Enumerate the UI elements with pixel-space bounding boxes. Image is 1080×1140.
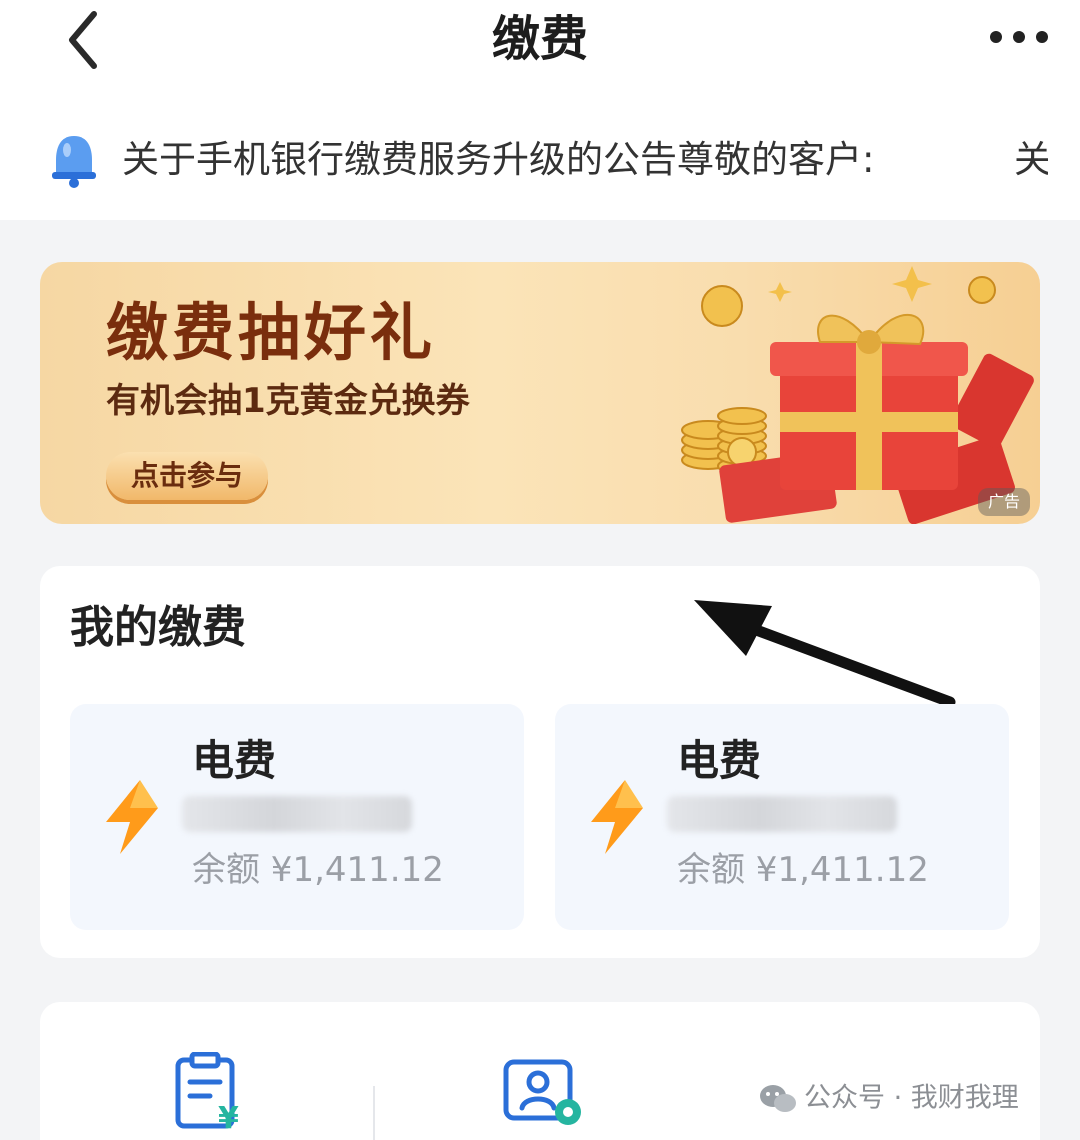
participate-button[interactable]: 点击参与	[106, 452, 268, 500]
my-bills-card: 我的缴费 电费 余额 ¥1,411.12 电费 余额 ¥1,411.12	[40, 566, 1040, 958]
pointing-arrow-annotation	[694, 600, 956, 708]
bill-balance: 余额 ¥1,411.12	[192, 850, 444, 890]
bill-account-redacted	[667, 796, 897, 832]
announcement-text-next: 关	[1014, 138, 1048, 181]
bill-account-redacted	[182, 796, 412, 832]
svg-text:¥: ¥	[218, 1101, 239, 1132]
gift-box-illustration	[681, 266, 1034, 524]
bill-receipt-yen-icon[interactable]: ¥	[174, 1052, 250, 1132]
wechat-icon	[760, 1084, 796, 1112]
bill-balance: 余额 ¥1,411.12	[677, 850, 929, 890]
lightning-icon	[106, 780, 158, 854]
banner-subtitle: 有机会抽1克黄金兑换券	[106, 381, 470, 421]
lightning-icon	[591, 780, 643, 854]
bill-item-electricity[interactable]: 电费 余额 ¥1,411.12	[70, 704, 524, 930]
watermark: 公众号 · 我财我理	[758, 1076, 1019, 1120]
top-bar: 缴费 关于手机银行缴费服务升级的公告尊敬的客户: 关	[0, 0, 1080, 220]
announcement-text: 关于手机银行缴费服务升级的公告尊敬的客户:	[122, 138, 875, 181]
tools-divider	[373, 1086, 375, 1140]
page-title: 缴费	[491, 11, 588, 67]
bill-name: 电费	[677, 736, 762, 785]
watermark-text: 公众号 · 我财我理	[804, 1082, 1019, 1114]
bill-item-electricity[interactable]: 电费 余额 ¥1,411.12	[555, 704, 1009, 930]
ad-badge: 广告	[978, 488, 1030, 516]
promo-banner[interactable]: 缴费抽好礼 有机会抽1克黄金兑换券 点击参与 广告	[40, 262, 1040, 524]
account-settings-icon[interactable]	[502, 1058, 586, 1130]
bill-name: 电费	[192, 736, 277, 785]
bell-icon	[52, 136, 96, 188]
my-bills-title: 我的缴费	[70, 602, 246, 653]
more-dots-icon[interactable]	[984, 20, 1054, 54]
announcement-bar[interactable]: 关于手机银行缴费服务升级的公告尊敬的客户: 关	[48, 128, 1048, 192]
banner-headline: 缴费抽好礼	[106, 296, 437, 369]
